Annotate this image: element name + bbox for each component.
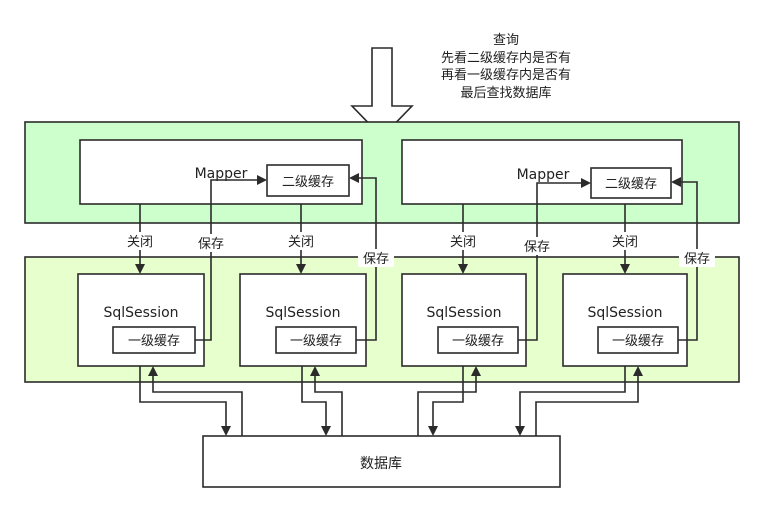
query-note-line-4: 最后查找数据库 xyxy=(460,85,551,101)
first-level-cache-3-label: 一级缓存 xyxy=(452,334,504,349)
close-label-2: 关闭 xyxy=(288,235,314,250)
mapper-left: Mapper 二级缓存 xyxy=(79,139,363,205)
sql-session-2: SqlSession 一级缓存 xyxy=(239,273,367,367)
first-level-cache-2-label: 一级缓存 xyxy=(290,334,342,349)
first-level-cache-4-label: 一级缓存 xyxy=(612,334,664,349)
first-level-cache-1-label: 一级缓存 xyxy=(128,334,180,349)
save-label-2: 保存 xyxy=(363,252,389,267)
sql-session-4: SqlSession 一级缓存 xyxy=(562,273,688,367)
sql-session-2-title: SqlSession xyxy=(265,305,340,321)
second-level-cache-left-label: 二级缓存 xyxy=(282,175,334,190)
close-label-1: 关闭 xyxy=(127,235,153,250)
save-label-3: 保存 xyxy=(524,240,550,255)
sql-session-1-title: SqlSession xyxy=(103,305,178,321)
query-note-line-1: 查询 xyxy=(493,33,519,48)
query-note-line-3: 再看一级缓存内是否有 xyxy=(441,67,571,83)
database: 数据库 xyxy=(202,435,561,488)
close-label-4: 关闭 xyxy=(612,235,638,250)
mapper-right: Mapper 二级缓存 xyxy=(401,139,683,205)
query-note: 查询 先看二级缓存内是否有 再看一级缓存内是否有 最后查找数据库 xyxy=(441,33,571,101)
sql-session-4-title: SqlSession xyxy=(587,305,662,321)
mybatis-cache-diagram: 查询 先看二级缓存内是否有 再看一级缓存内是否有 最后查找数据库 Mapper … xyxy=(24,33,740,488)
mapper-right-title: Mapper xyxy=(517,167,570,183)
sql-session-3: SqlSession 一级缓存 xyxy=(401,273,527,367)
save-label-1: 保存 xyxy=(198,237,224,252)
second-level-cache-right-label: 二级缓存 xyxy=(605,177,657,192)
sql-session-3-title: SqlSession xyxy=(426,305,501,321)
save-label-4: 保存 xyxy=(684,252,710,267)
close-label-3: 关闭 xyxy=(450,235,476,250)
query-note-line-2: 先看二级缓存内是否有 xyxy=(441,50,571,66)
sql-session-1: SqlSession 一级缓存 xyxy=(77,273,205,367)
database-label: 数据库 xyxy=(360,456,402,472)
